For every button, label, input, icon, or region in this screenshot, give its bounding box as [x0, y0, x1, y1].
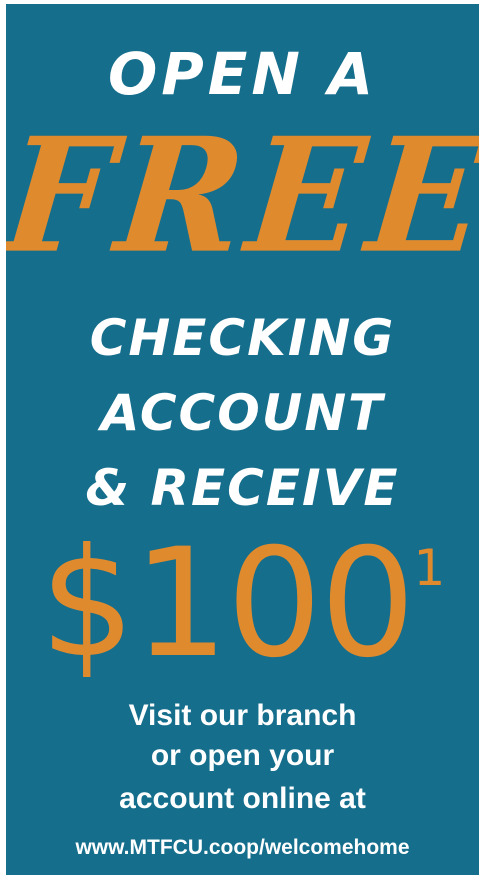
headline-and-receive: & RECEIVE — [85, 459, 400, 517]
welcome-url-link[interactable]: www.MTFCU.coop/welcomehome — [6, 833, 479, 863]
headline-free: FREE — [6, 103, 479, 289]
headline-account: ACCOUNT — [100, 384, 385, 442]
bonus-amount-block: $1001 — [6, 529, 479, 679]
headline-checking: CHECKING — [89, 309, 396, 367]
cta-line-3: account online at — [119, 782, 366, 815]
headline-open-a: OPEN A — [107, 40, 378, 108]
promo-banner[interactable]: OPEN A FREE CHECKING ACCOUNT & RECEIVE $… — [6, 4, 479, 875]
footnote-marker: 1 — [413, 539, 446, 597]
cta-line-1: Visit our branch — [128, 699, 357, 732]
cta-line-2: or open your — [150, 739, 335, 772]
bonus-amount: $100 — [39, 517, 416, 691]
